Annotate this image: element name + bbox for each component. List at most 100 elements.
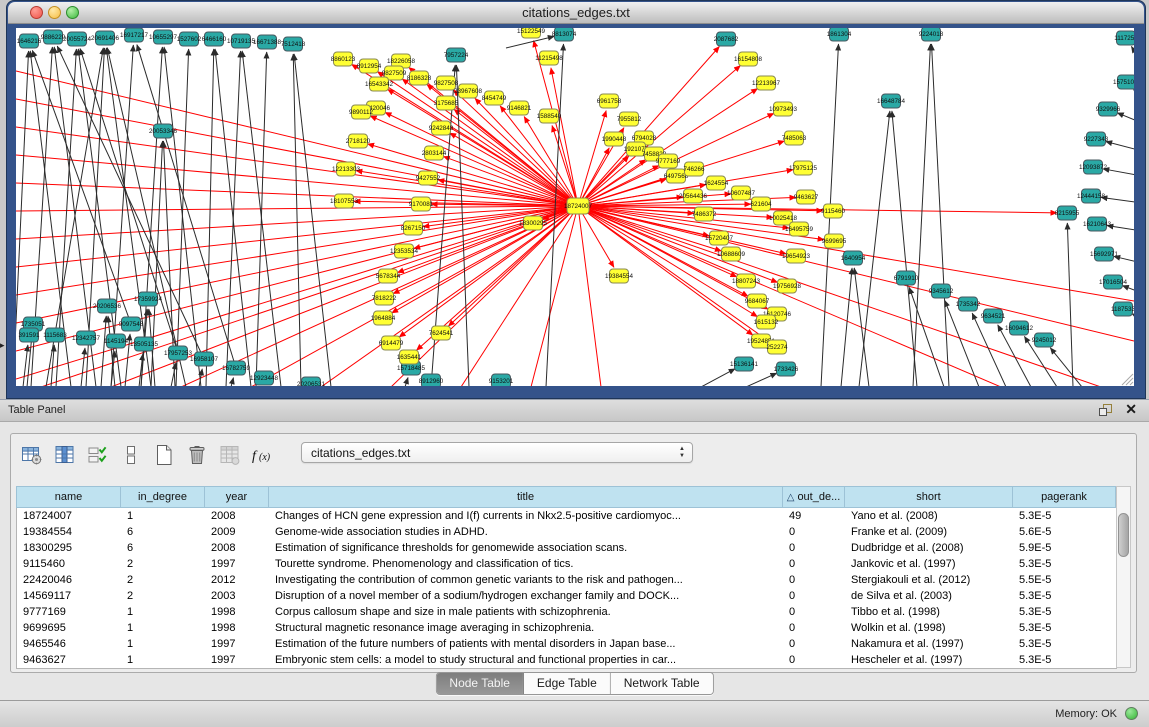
table-cell[interactable]: 1 (121, 654, 205, 666)
network-node[interactable]: 10607487 (727, 186, 756, 200)
table-cell[interactable]: 2 (121, 590, 205, 602)
column-header-title[interactable]: title (269, 487, 783, 507)
table-cell[interactable]: Estimation of significance thresholds fo… (269, 542, 783, 554)
network-node[interactable]: 16671388 (253, 35, 282, 49)
table-cell[interactable]: 2 (121, 574, 205, 586)
column-header-year[interactable]: year (205, 487, 269, 507)
table-cell[interactable]: 18724007 (17, 510, 121, 522)
network-node[interactable]: 12444158 (1077, 189, 1106, 203)
table-cell[interactable]: 5.3E-5 (1013, 558, 1116, 570)
table-cell[interactable]: 0 (783, 558, 845, 570)
network-edge[interactable] (1131, 46, 1134, 63)
table-cell[interactable]: 14569117 (17, 590, 121, 602)
network-node[interactable]: 12923448 (250, 371, 279, 385)
table-cell[interactable]: 0 (783, 574, 845, 586)
network-edge[interactable] (1103, 169, 1134, 176)
network-edge[interactable] (578, 206, 778, 282)
table-row[interactable]: 946362711997Embryonic stem cells: a mode… (17, 652, 1116, 668)
network-edge[interactable] (256, 52, 267, 386)
table-cell[interactable]: 6 (121, 542, 205, 554)
network-node[interactable]: 19384554 (605, 269, 634, 283)
column-header-short[interactable]: short (845, 487, 1013, 507)
network-edge[interactable] (578, 206, 1134, 341)
network-node[interactable]: 1187533 (1111, 302, 1134, 316)
table-cell[interactable]: 2008 (205, 510, 269, 522)
network-node[interactable]: 746266 (683, 162, 705, 176)
network-edge[interactable] (578, 46, 719, 206)
network-node[interactable]: 9684067 (745, 294, 770, 308)
table-cell[interactable]: 2012 (205, 574, 269, 586)
network-node[interactable]: 2718120 (346, 134, 371, 148)
table-cell[interactable]: 1 (121, 622, 205, 634)
network-node[interactable]: 8267150 (401, 221, 426, 235)
network-node[interactable]: 6466160 (202, 32, 227, 46)
table-cell[interactable]: Embryonic stem cells: a model to study s… (269, 654, 783, 666)
network-node[interactable]: 12342757 (72, 331, 101, 345)
table-row[interactable]: 1872400712008Changes of HCN gene express… (17, 508, 1116, 524)
table-cell[interactable]: 9463627 (17, 654, 121, 666)
table-cell[interactable]: Franke et al. (2009) (845, 526, 1013, 538)
network-node[interactable]: 1624554 (704, 176, 729, 190)
network-node[interactable]: 1588540 (537, 109, 562, 123)
network-node[interactable]: 10655297 (149, 30, 178, 44)
network-node[interactable]: 10719135 (227, 34, 256, 48)
network-node[interactable]: 6791910 (894, 271, 919, 285)
network-edge[interactable] (137, 45, 236, 368)
network-node[interactable]: 6961758 (597, 94, 622, 108)
network-edge[interactable] (399, 206, 578, 337)
network-node[interactable]: 2087682 (714, 32, 739, 46)
network-node[interactable]: 18807243 (732, 274, 761, 288)
network-node[interactable]: 7512418 (281, 37, 306, 51)
table-cell[interactable]: 0 (783, 606, 845, 618)
function-builder-icon[interactable]: f(x) (250, 442, 276, 468)
tab-network-table[interactable]: Network Table (611, 673, 713, 694)
table-cell[interactable]: 1 (121, 510, 205, 522)
table-row[interactable]: 2242004622012Investigating the contribut… (17, 572, 1116, 588)
table-cell[interactable]: 0 (783, 542, 845, 554)
network-node[interactable]: 252274 (766, 340, 788, 354)
network-node[interactable]: 1115683 (43, 328, 67, 342)
table-cell[interactable]: Dudbridge et al. (2008) (845, 542, 1013, 554)
network-node[interactable]: 1527602 (177, 32, 202, 46)
network-edge[interactable] (1106, 142, 1134, 151)
table-cell[interactable]: 0 (783, 590, 845, 602)
network-edge[interactable] (500, 106, 578, 206)
network-node[interactable]: 9227343 (1084, 132, 1109, 146)
network-graph[interactable]: 1646216988622020055724206914061691721710… (16, 28, 1134, 386)
network-node[interactable]: 9345612 (929, 284, 954, 298)
network-node[interactable]: 7955812 (617, 112, 642, 126)
canvas-resize-grip[interactable] (1122, 374, 1133, 385)
network-node[interactable]: 20055724 (63, 32, 92, 46)
tab-node-table[interactable]: Node Table (436, 673, 524, 694)
table-row[interactable]: 1830029562008Estimation of significance … (17, 540, 1116, 556)
network-node[interactable]: 9634521 (981, 309, 1006, 323)
network-edge[interactable] (932, 44, 949, 386)
network-node[interactable]: 17359924 (134, 292, 163, 306)
column-visibility-icon[interactable] (52, 442, 78, 468)
table-cell[interactable]: 1 (121, 638, 205, 650)
network-node[interactable]: 15136141 (730, 357, 759, 371)
network-node[interactable]: 1117253 (1114, 31, 1134, 45)
close-panel-icon[interactable]: ✕ (1125, 401, 1137, 418)
table-cell[interactable]: 0 (783, 654, 845, 666)
network-edge[interactable] (578, 206, 1057, 213)
delete-table-icon[interactable] (217, 442, 243, 468)
network-node[interactable]: 2803144 (422, 146, 447, 160)
network-edge[interactable] (578, 206, 1101, 386)
network-node[interactable]: 8215955 (1055, 206, 1080, 220)
delete-column-icon[interactable] (184, 442, 210, 468)
table-cell[interactable]: Disruption of a novel member of a sodium… (269, 590, 783, 602)
network-node[interactable]: 8186328 (407, 71, 432, 85)
network-node[interactable]: 12093872 (1079, 160, 1108, 174)
network-node[interactable]: 9153201 (489, 374, 514, 386)
table-row[interactable]: 1938455462009Genome-wide association stu… (17, 524, 1116, 540)
table-cell[interactable]: 5.3E-5 (1013, 622, 1116, 634)
network-edge[interactable] (746, 373, 777, 386)
network-edge[interactable] (701, 369, 735, 386)
network-node[interactable]: 1861304 (827, 28, 852, 41)
network-node[interactable]: 9699695 (822, 234, 847, 248)
table-cell[interactable]: 1998 (205, 622, 269, 634)
network-node[interactable]: 1735342 (956, 297, 981, 311)
table-cell[interactable]: Jankovic et al. (1997) (845, 558, 1013, 570)
network-node[interactable]: 9329966 (1096, 102, 1121, 116)
